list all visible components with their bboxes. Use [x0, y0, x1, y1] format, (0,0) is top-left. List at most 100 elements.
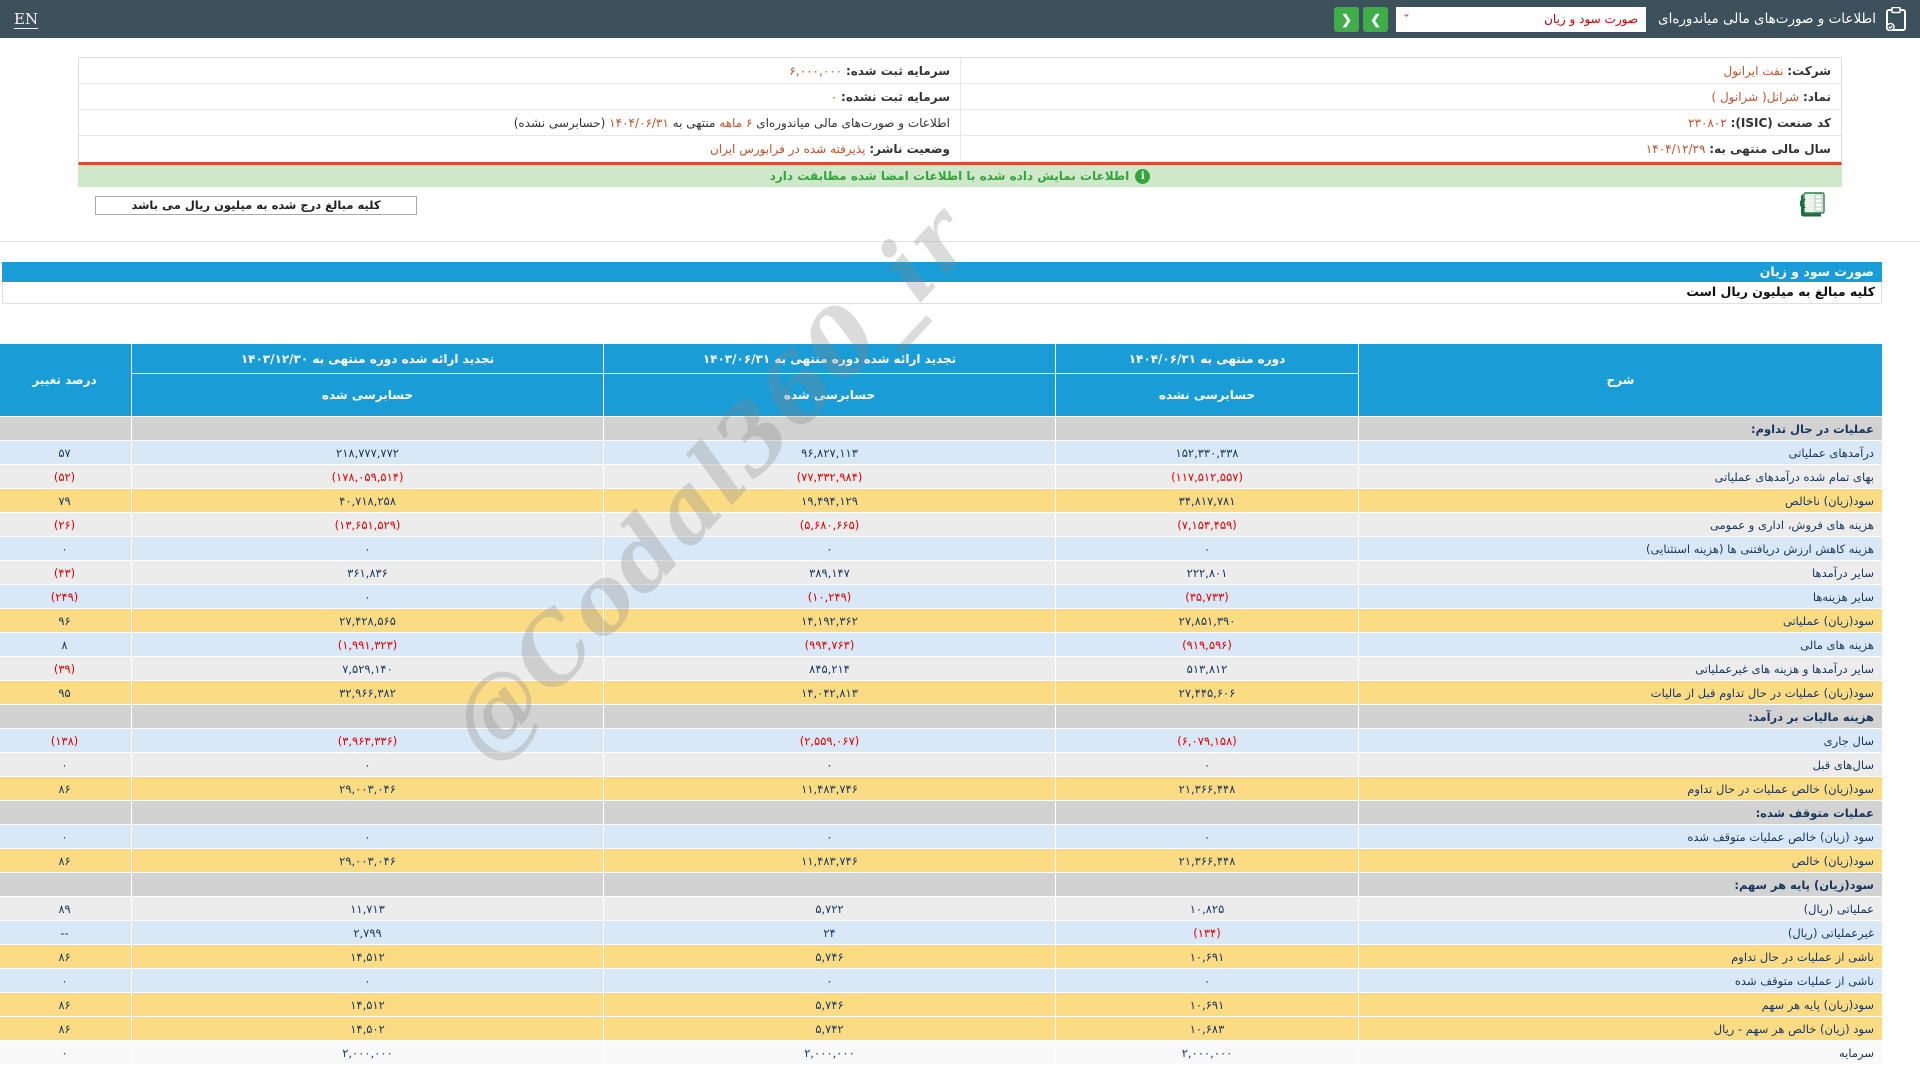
table-row: سود(زیان) خالص عملیات در حال تداوم ۲۱,۳۶۶… — [0, 777, 1882, 800]
row-label: عملیات در حال تداوم: — [1359, 417, 1882, 440]
excel-export-icon[interactable]: X — [1797, 192, 1825, 218]
row-label: سود(زیان) پایه هر سهم: — [1359, 873, 1882, 896]
table-row: سود(زیان) پایه هر سهم ۱۰,۶۹۱ ۵,۷۴۶ ۱۴,۵۱۲ ۸۶ — [0, 993, 1882, 1016]
row-label: سایر درآمدها — [1359, 561, 1882, 584]
value-change-percent: (۱۳۸) — [0, 729, 131, 752]
value-change-percent: ۸۶ — [0, 849, 131, 872]
value-restated-period-1: ۰ — [604, 753, 1055, 776]
value-current-period: ۰ — [1056, 537, 1358, 560]
chevron-down-icon: ˅ — [1403, 13, 1411, 25]
period-prefix: اطلاعات و صورت‌های مالی میاندوره‌ای — [756, 116, 950, 130]
registered-capital-label: سرمایه ثبت شده: — [845, 64, 950, 78]
fiscal-year-row: سال مالی منتهی به: ۱۴۰۴/۱۲/۲۹ — [960, 136, 1841, 162]
value-restated-period-2: ۲۱۸,۷۷۷,۷۷۲ — [132, 441, 603, 464]
value-restated-period-2: ۰ — [132, 969, 603, 992]
value-current-period: ۰ — [1056, 825, 1358, 848]
header-audit-state-3: حسابرسی شده — [132, 374, 603, 416]
section-row: عملیات در حال تداوم: — [0, 417, 1882, 440]
value-current-period: ۵۱۳,۸۱۲ — [1056, 657, 1358, 680]
section-row: سود(زیان) پایه هر سهم: — [0, 873, 1882, 896]
row-label: سود (زیان) خالص عملیات متوقف شده — [1359, 825, 1882, 848]
issuer-status-row: وضعیت ناشر: پذیرفته شده در فرابورس ایران — [79, 136, 960, 162]
table-row: سود(زیان) عملیات در حال تداوم قبل از مال… — [0, 681, 1882, 704]
signed-info-notice: i اطلاعات نمایش داده شده با اطلاعات امضا… — [78, 165, 1842, 187]
value-restated-period-1: ۰ — [604, 969, 1055, 992]
isic-label: کد صنعت (ISIC): — [1730, 116, 1831, 130]
signed-info-notice-text: اطلاعات نمایش داده شده با اطلاعات امضا ش… — [769, 169, 1130, 183]
isic-row: کد صنعت (ISIC): ۲۳۰۸۰۲ — [960, 110, 1841, 136]
row-label: هزینه مالیات بر درآمد: — [1359, 705, 1882, 728]
statement-type-select[interactable]: صورت سود و زیان ˅ — [1396, 6, 1647, 32]
table-row: سایر درآمدها ۲۲۲,۸۰۱ ۳۸۹,۱۴۷ ۳۶۱,۸۳۶ (۴۳) — [0, 561, 1882, 584]
value-current-period — [1056, 417, 1358, 440]
value-current-period: ۳۴,۸۱۷,۷۸۱ — [1056, 489, 1358, 512]
value-restated-period-1 — [604, 705, 1055, 728]
value-restated-period-1: ۲۴ — [604, 921, 1055, 944]
statement-header: صورت سود و زیان کلیه مبالغ به میلیون ریا… — [2, 262, 1882, 304]
table-row: هزینه های مالی (۹۱۹,۵۹۶) (۹۹۴,۷۶۳) (۱,۹۹۱,۳… — [0, 633, 1882, 656]
company-name-row: شرکت: نفت ایرانول — [960, 58, 1841, 84]
value-change-percent: ۹۶ — [0, 609, 131, 632]
value-restated-period-2: ۷,۵۲۹,۱۴۰ — [132, 657, 603, 680]
previous-statement-button[interactable]: ❮ — [1334, 6, 1360, 32]
value-restated-period-2 — [132, 873, 603, 896]
table-header: شرح دوره منتهی به ۱۴۰۴/۰۶/۳۱ تجدید ارائه… — [0, 344, 1882, 416]
header-period-restated-1: تجدید ارائه شده دوره منتهی به ۱۴۰۳/۰۶/۳۱ — [604, 344, 1055, 373]
value-restated-period-2: ۲۹,۰۰۳,۰۴۶ — [132, 849, 603, 872]
value-current-period: (۳۵,۷۳۳) — [1056, 585, 1358, 608]
value-restated-period-1: ۱۴,۱۹۲,۳۶۲ — [604, 609, 1055, 632]
value-restated-period-1: ۵,۷۲۲ — [604, 897, 1055, 920]
header-period-restated-2: تجدید ارائه شده دوره منتهی به ۱۴۰۳/۱۲/۳۰ — [132, 344, 603, 373]
row-label: هزینه کاهش ارزش دریافتنی ها (هزینه استثن… — [1359, 537, 1882, 560]
value-restated-period-2: ۰ — [132, 585, 603, 608]
value-restated-period-1: ۱۱,۴۸۳,۷۴۶ — [604, 849, 1055, 872]
next-statement-button[interactable]: ❯ — [1363, 6, 1389, 32]
issuer-status-label: وضعیت ناشر: — [869, 142, 950, 156]
table-row: سرمایه ۲,۰۰۰,۰۰۰ ۲,۰۰۰,۰۰۰ ۲,۰۰۰,۰۰۰ ۰ — [0, 1041, 1882, 1064]
value-current-period: ۱۵۲,۳۳۰,۳۳۸ — [1056, 441, 1358, 464]
value-restated-period-1: ۵,۷۴۶ — [604, 993, 1055, 1016]
section-row: عملیات متوقف شده: — [0, 801, 1882, 824]
value-restated-period-2: ۲۷,۴۲۸,۵۶۵ — [132, 609, 603, 632]
value-restated-period-1: (۹۹۴,۷۶۳) — [604, 633, 1055, 656]
company-info-table: شرکت: نفت ایرانول سرمایه ثبت شده: ۶,۰۰۰,… — [78, 57, 1842, 165]
row-label: سایر درآمدها و هزینه های غیرعملیاتی — [1359, 657, 1882, 680]
row-label: عملیاتی (ریال) — [1359, 897, 1882, 920]
row-label: سال‌های قبل — [1359, 753, 1882, 776]
value-restated-period-2: ۲۹,۰۰۳,۰۴۶ — [132, 777, 603, 800]
value-current-period: ۲۷,۸۵۱,۳۹۰ — [1056, 609, 1358, 632]
value-change-percent: ۰ — [0, 825, 131, 848]
value-restated-period-2: ۲,۷۹۹ — [132, 921, 603, 944]
value-change-percent: ۵۷ — [0, 441, 131, 464]
section-row: هزینه مالیات بر درآمد: — [0, 705, 1882, 728]
statement-unit-note: کلیه مبالغ به میلیون ریال است — [2, 282, 1882, 304]
value-restated-period-1: (۱۰,۲۴۹) — [604, 585, 1055, 608]
row-label: سال جاری — [1359, 729, 1882, 752]
table-row: سود(زیان) ناخالص ۳۴,۸۱۷,۷۸۱ ۱۹,۴۹۴,۱۲۹ ۴۰,۷… — [0, 489, 1882, 512]
row-label: ناشی از عملیات متوقف شده — [1359, 969, 1882, 992]
value-current-period: ۱۰,۶۸۳ — [1056, 1017, 1358, 1040]
value-current-period: ۲۱,۳۶۶,۴۴۸ — [1056, 777, 1358, 800]
value-current-period: (۶,۰۷۹,۱۵۸) — [1056, 729, 1358, 752]
header-period-current: دوره منتهی به ۱۴۰۴/۰۶/۳۱ — [1056, 344, 1358, 373]
value-current-period: ۲۱,۳۶۶,۴۴۸ — [1056, 849, 1358, 872]
fiscal-year-label: سال مالی منتهی به: — [1709, 142, 1831, 156]
table-row: هزینه های فروش، اداری و عمومی (۷,۱۵۳,۴۵۹)… — [0, 513, 1882, 536]
value-restated-period-1: ۱۱,۴۸۳,۷۴۶ — [604, 777, 1055, 800]
table-row: غیرعملیاتی (ریال) (۱۳۴) ۲۴ ۲,۷۹۹ -- — [0, 921, 1882, 944]
value-restated-period-1: (۷۷,۳۳۲,۹۸۴) — [604, 465, 1055, 488]
value-change-percent — [0, 801, 131, 824]
section-divider — [0, 241, 1920, 242]
value-change-percent: (۴۳) — [0, 561, 131, 584]
value-restated-period-2: (۱۳,۶۵۱,۵۲۹) — [132, 513, 603, 536]
svg-text:X: X — [1800, 197, 1807, 211]
value-restated-period-1: (۲,۵۵۹,۰۶۷) — [604, 729, 1055, 752]
english-language-link[interactable]: EN — [14, 10, 38, 28]
issuer-status-value: پذیرفته شده در فرابورس ایران — [709, 142, 866, 156]
table-row: سود(زیان) عملیاتی ۲۷,۸۵۱,۳۹۰ ۱۴,۱۹۲,۳۶۲ ۲۷,… — [0, 609, 1882, 632]
value-restated-period-1: ۵,۷۴۶ — [604, 945, 1055, 968]
company-name-label: شرکت: — [1787, 64, 1831, 78]
value-current-period: ۲۷,۴۴۵,۶۰۶ — [1056, 681, 1358, 704]
report-period-row: اطلاعات و صورت‌های مالی میاندوره‌ای ۶ ما… — [79, 110, 960, 136]
unregistered-capital-value: ۰ — [830, 90, 838, 104]
